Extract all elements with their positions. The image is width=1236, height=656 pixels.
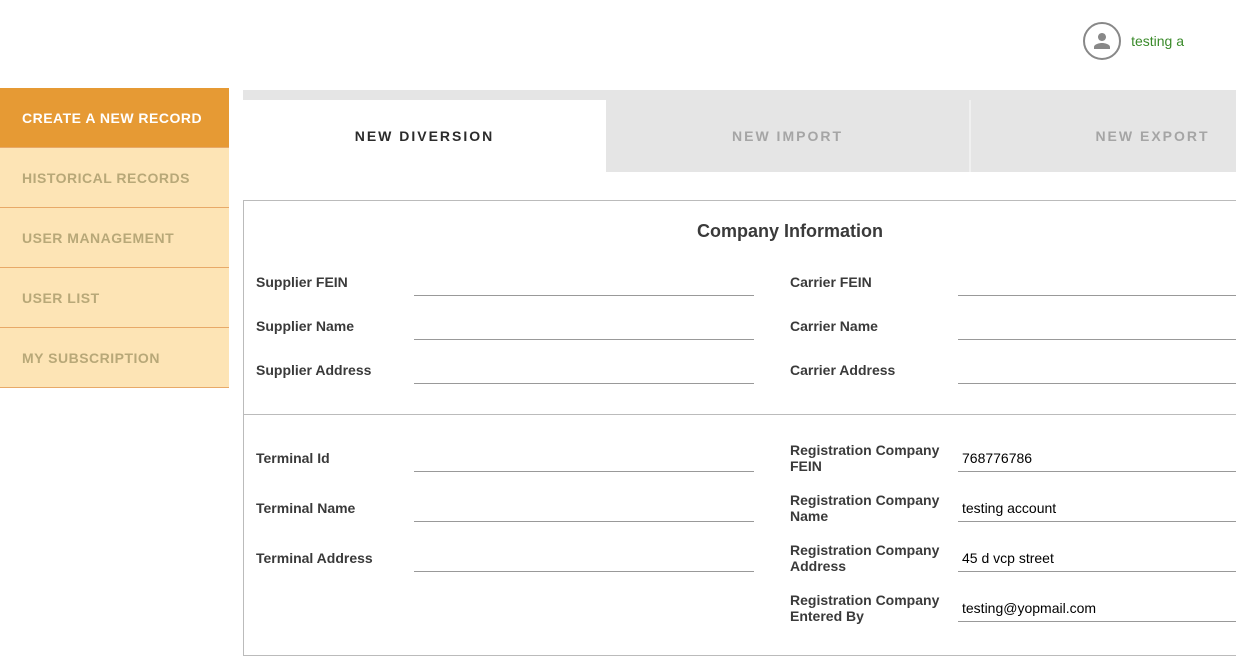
supplier-fein-input[interactable] (414, 269, 754, 296)
supplier-name-label: Supplier Name (256, 318, 414, 334)
sidebar-item-create-new-record[interactable]: CREATE A NEW RECORD (0, 88, 229, 148)
terminal-address-label: Terminal Address (256, 550, 414, 566)
supplier-address-input[interactable] (414, 357, 754, 384)
content-area: NEW DIVERSION NEW IMPORT NEW EXPORT Comp… (229, 88, 1236, 620)
reg-company-entered-by-label: Registration Company Entered By (790, 592, 958, 624)
carrier-address-label: Carrier Address (790, 362, 958, 378)
tab-bar: NEW DIVERSION NEW IMPORT NEW EXPORT (243, 88, 1236, 172)
tab-strip-bg (243, 90, 1236, 100)
username-text: testing a (1131, 33, 1184, 49)
sidebar-item-label: HISTORICAL RECORDS (22, 170, 190, 186)
tab-new-diversion[interactable]: NEW DIVERSION (243, 100, 606, 172)
sidebar-item-historical-records[interactable]: HISTORICAL RECORDS (0, 148, 229, 208)
supplier-address-label: Supplier Address (256, 362, 414, 378)
reg-company-address-label: Registration Company Address (790, 542, 958, 574)
sidebar-item-label: MY SUBSCRIPTION (22, 350, 160, 366)
tab-label: NEW IMPORT (732, 128, 843, 144)
terminal-id-input[interactable] (414, 445, 754, 472)
reg-company-fein-input[interactable] (958, 445, 1236, 472)
reg-company-entered-by-input[interactable] (958, 595, 1236, 622)
carrier-name-label: Carrier Name (790, 318, 958, 334)
company-information-panel: Company Information Supplier FEIN Carrie… (243, 200, 1236, 656)
avatar-icon (1083, 22, 1121, 60)
terminal-id-label: Terminal Id (256, 450, 414, 466)
section-terminal-registration: Terminal Id Terminal Name Terminal Addre… (244, 415, 1236, 655)
carrier-name-input[interactable] (958, 313, 1236, 340)
carrier-address-input[interactable] (958, 357, 1236, 384)
sidebar-item-label: USER MANAGEMENT (22, 230, 174, 246)
sidebar-item-label: CREATE A NEW RECORD (22, 110, 202, 126)
sidebar-item-my-subscription[interactable]: MY SUBSCRIPTION (0, 328, 229, 388)
user-menu[interactable]: testing a (1083, 22, 1184, 60)
sidebar-item-user-list[interactable]: USER LIST (0, 268, 229, 328)
reg-company-address-input[interactable] (958, 545, 1236, 572)
reg-company-name-input[interactable] (958, 495, 1236, 522)
sidebar-item-user-management[interactable]: USER MANAGEMENT (0, 208, 229, 268)
section-supplier-carrier: Supplier FEIN Carrier FEIN Supplier Name (244, 256, 1236, 414)
reg-company-name-label: Registration Company Name (790, 492, 958, 524)
header: testing a (0, 0, 1236, 88)
supplier-name-input[interactable] (414, 313, 754, 340)
panel-title: Company Information (244, 201, 1236, 256)
terminal-address-input[interactable] (414, 545, 754, 572)
carrier-fein-label: Carrier FEIN (790, 274, 958, 290)
tab-new-export[interactable]: NEW EXPORT (971, 100, 1236, 172)
carrier-fein-input[interactable] (958, 269, 1236, 296)
terminal-name-label: Terminal Name (256, 500, 414, 516)
sidebar-item-label: USER LIST (22, 290, 100, 306)
tab-new-import[interactable]: NEW IMPORT (606, 100, 971, 172)
supplier-fein-label: Supplier FEIN (256, 274, 414, 290)
tab-label: NEW DIVERSION (355, 128, 495, 144)
tab-label: NEW EXPORT (1095, 128, 1209, 144)
terminal-name-input[interactable] (414, 495, 754, 522)
sidebar: CREATE A NEW RECORD HISTORICAL RECORDS U… (0, 88, 229, 620)
reg-company-fein-label: Registration Company FEIN (790, 442, 958, 474)
